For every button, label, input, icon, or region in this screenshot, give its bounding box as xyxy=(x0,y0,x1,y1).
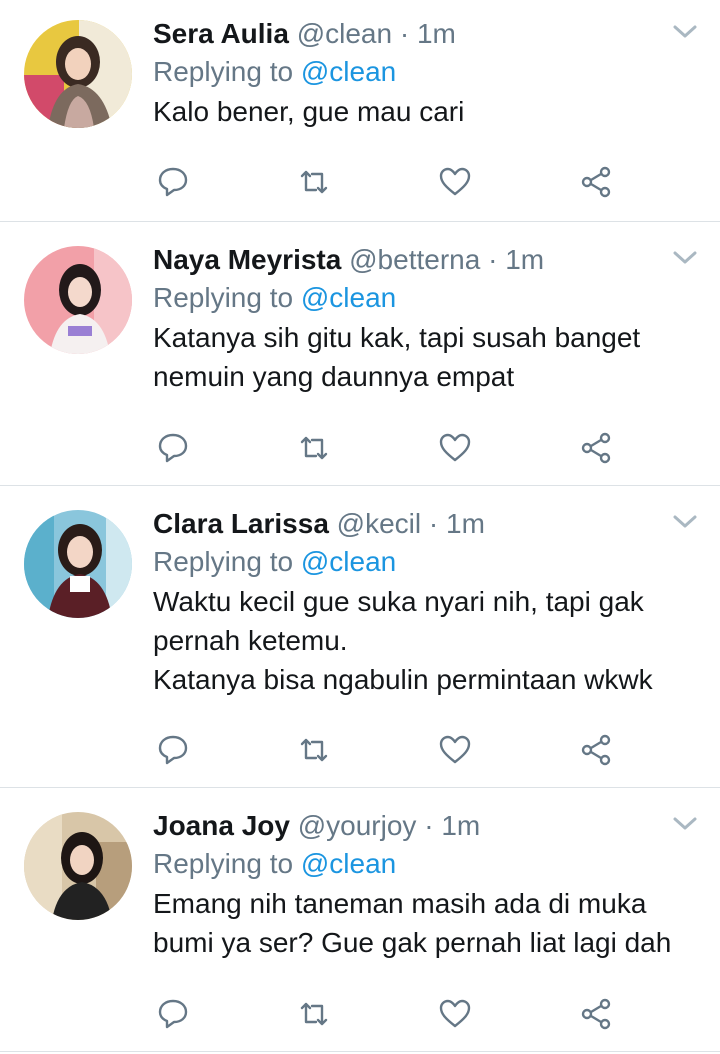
retweet-button[interactable] xyxy=(294,994,334,1034)
avatar[interactable] xyxy=(24,812,132,920)
tweet-text: Kalo bener, gue mau cari xyxy=(153,92,690,131)
tweet-text: Emang nih taneman masih ada di muka bumi… xyxy=(153,884,690,962)
display-name[interactable]: Naya Meyrista xyxy=(153,244,341,275)
reply-tweet[interactable]: Sera Aulia @clean · 1m Replying to @clea… xyxy=(0,0,720,222)
tweet-line: Katanya sih gitu kak, tapi susah banget xyxy=(153,322,641,353)
reply-button[interactable] xyxy=(153,994,193,1034)
chevron-down-icon[interactable] xyxy=(672,22,698,42)
retweet-icon xyxy=(300,1002,328,1026)
reply-button[interactable] xyxy=(153,428,193,468)
retweet-icon xyxy=(300,738,328,762)
tweet-line: Waktu kecil gue suka nyari nih, tapi gak xyxy=(153,586,644,617)
timestamp[interactable]: 1m xyxy=(417,18,456,49)
mention-link[interactable]: @clean xyxy=(301,546,396,577)
share-button[interactable] xyxy=(576,730,616,770)
mention-link[interactable]: @clean xyxy=(301,282,396,313)
share-icon xyxy=(581,166,611,198)
share-button[interactable] xyxy=(576,162,616,202)
like-button[interactable] xyxy=(435,994,475,1034)
handle[interactable]: @betterna xyxy=(349,244,480,275)
tweet-header: Naya Meyrista @betterna · 1m xyxy=(153,242,690,278)
reply-icon xyxy=(158,167,188,197)
reply-icon xyxy=(158,999,188,1029)
tweet-text: Waktu kecil gue suka nyari nih, tapi gak… xyxy=(153,582,690,699)
tweet-line: pernah ketemu. xyxy=(153,625,348,656)
avatar[interactable] xyxy=(24,20,132,128)
like-icon xyxy=(439,735,471,764)
tweet-header: Clara Larissa @kecil · 1m xyxy=(153,506,690,542)
timestamp[interactable]: 1m xyxy=(446,508,485,539)
tweet-text: Katanya sih gitu kak, tapi susah banget … xyxy=(153,318,690,396)
avatar[interactable] xyxy=(24,510,132,618)
retweet-button[interactable] xyxy=(294,428,334,468)
share-button[interactable] xyxy=(576,994,616,1034)
handle[interactable]: @kecil xyxy=(337,508,421,539)
separator-dot: · xyxy=(424,810,434,841)
retweet-icon xyxy=(300,436,328,460)
like-button[interactable] xyxy=(435,730,475,770)
reply-tweet[interactable]: Joana Joy @yourjoy · 1m Replying to @cle… xyxy=(0,788,720,1052)
tweet-header: Joana Joy @yourjoy · 1m xyxy=(153,808,690,844)
avatar[interactable] xyxy=(24,246,132,354)
replying-to: Replying to @clean xyxy=(153,278,690,318)
chevron-down-icon[interactable] xyxy=(672,512,698,532)
action-bar xyxy=(0,730,720,770)
timestamp[interactable]: 1m xyxy=(441,810,480,841)
like-icon xyxy=(439,167,471,196)
tweet-line: bumi ya ser? Gue gak pernah liat lagi da… xyxy=(153,927,672,958)
chevron-down-icon[interactable] xyxy=(672,248,698,268)
replying-label: Replying to xyxy=(153,546,294,577)
separator-dot: · xyxy=(488,244,498,275)
share-button[interactable] xyxy=(576,428,616,468)
share-icon xyxy=(581,734,611,766)
display-name[interactable]: Joana Joy xyxy=(153,810,290,841)
action-bar xyxy=(0,162,720,202)
reply-tweet[interactable]: Naya Meyrista @betterna · 1m Replying to… xyxy=(0,222,720,486)
like-icon xyxy=(439,999,471,1028)
reply-button[interactable] xyxy=(153,162,193,202)
action-bar xyxy=(0,994,720,1034)
tweet-line: nemuin yang daunnya empat xyxy=(153,361,515,392)
tweet-header: Sera Aulia @clean · 1m xyxy=(153,16,690,52)
chevron-down-icon[interactable] xyxy=(672,814,698,834)
reply-tweet[interactable]: Clara Larissa @kecil · 1m Replying to @c… xyxy=(0,486,720,788)
reply-icon xyxy=(158,433,188,463)
replying-label: Replying to xyxy=(153,282,294,313)
action-bar xyxy=(0,428,720,468)
tweet-line: Katanya bisa ngabulin permintaan wkwk xyxy=(153,664,653,695)
tweet-line: Emang nih taneman masih ada di muka xyxy=(153,888,647,919)
like-button[interactable] xyxy=(435,428,475,468)
handle[interactable]: @clean xyxy=(297,18,392,49)
mention-link[interactable]: @clean xyxy=(301,56,396,87)
separator-dot: · xyxy=(428,508,439,539)
replying-to: Replying to @clean xyxy=(153,52,690,92)
like-icon xyxy=(439,433,471,462)
timestamp[interactable]: 1m xyxy=(505,244,544,275)
retweet-icon xyxy=(300,170,328,194)
reply-icon xyxy=(158,735,188,765)
handle[interactable]: @yourjoy xyxy=(298,810,417,841)
replying-to: Replying to @clean xyxy=(153,844,690,884)
retweet-button[interactable] xyxy=(294,162,334,202)
mention-link[interactable]: @clean xyxy=(301,848,396,879)
replying-label: Replying to xyxy=(153,848,294,879)
share-icon xyxy=(581,432,611,464)
display-name[interactable]: Sera Aulia xyxy=(153,18,289,49)
like-button[interactable] xyxy=(435,162,475,202)
reply-button[interactable] xyxy=(153,730,193,770)
separator-dot: · xyxy=(399,18,410,49)
replying-label: Replying to xyxy=(153,56,294,87)
display-name[interactable]: Clara Larissa xyxy=(153,508,329,539)
tweet-line: Kalo bener, gue mau cari xyxy=(153,96,465,127)
share-icon xyxy=(581,998,611,1030)
replying-to: Replying to @clean xyxy=(153,542,690,582)
retweet-button[interactable] xyxy=(294,730,334,770)
